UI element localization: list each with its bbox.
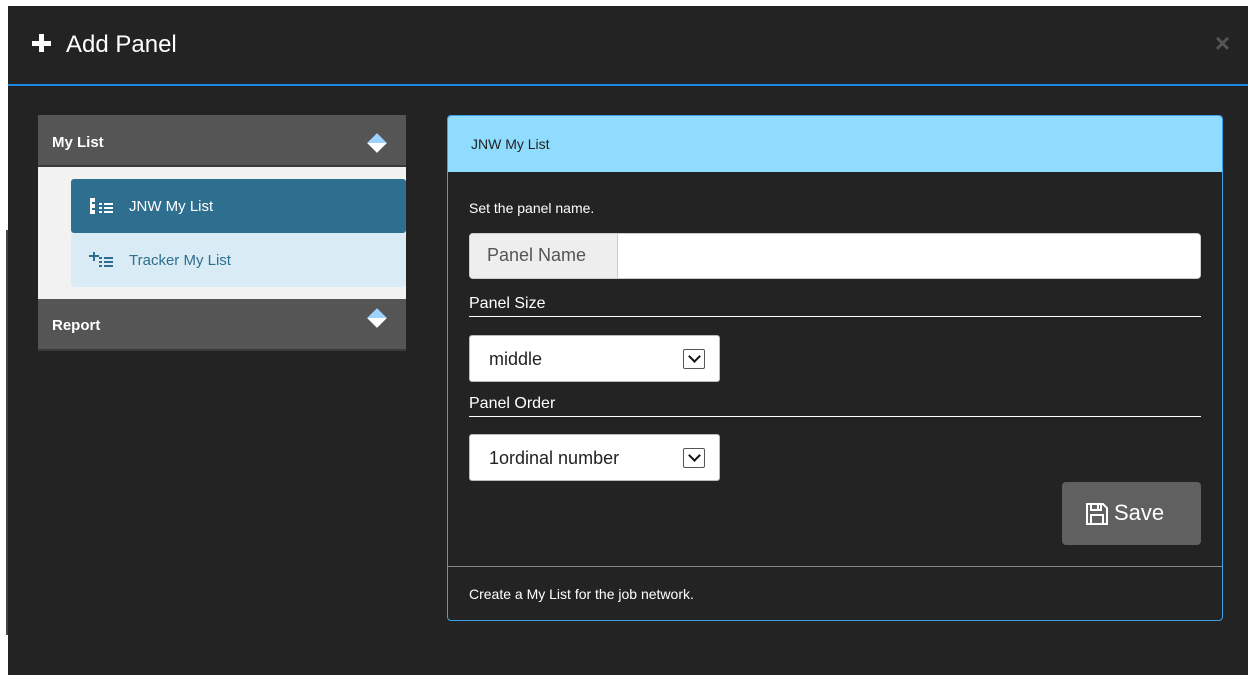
group-label: My List xyxy=(52,134,104,151)
chevron-down-icon[interactable] xyxy=(683,448,705,468)
tree-item-label: Tracker My List xyxy=(129,252,231,269)
panel-order-label: Panel Order xyxy=(469,395,1201,417)
panel-body: Set the panel name. Panel Name Panel Siz… xyxy=(448,172,1222,567)
panel-type-tree: My List JNW My List Tracker My List Repo… xyxy=(38,115,406,351)
panel-size-select[interactable]: middle xyxy=(469,335,720,382)
panel-size-label: Panel Size xyxy=(469,295,1201,317)
panel-header: JNW My List xyxy=(448,116,1222,172)
panel-order-value: 1ordinal number xyxy=(489,448,620,468)
tree-item-jnw-my-list[interactable]: JNW My List xyxy=(71,179,406,233)
add-panel-dialog: Add Panel × My List JNW My List Tracker … xyxy=(8,6,1248,675)
floppy-disk-icon xyxy=(1086,503,1108,525)
panel-settings: JNW My List Set the panel name. Panel Na… xyxy=(447,115,1223,621)
panel-name-input[interactable] xyxy=(619,234,1200,278)
panel-name-group: Panel Name xyxy=(469,233,1201,279)
dialog-titlebar: Add Panel × xyxy=(8,6,1248,86)
tree-item-tracker-my-list[interactable]: Tracker My List xyxy=(71,233,406,287)
tree-item-label: JNW My List xyxy=(129,198,214,215)
background-strip xyxy=(0,0,8,675)
panel-name-addon: Panel Name xyxy=(470,234,618,278)
panel-order-select[interactable]: 1ordinal number xyxy=(469,434,720,481)
instruction-text: Set the panel name. xyxy=(469,200,595,216)
collapse-diamond-icon[interactable] xyxy=(367,133,387,153)
close-button[interactable]: × xyxy=(1215,28,1230,59)
expand-diamond-icon[interactable] xyxy=(367,308,387,328)
group-label: Report xyxy=(52,317,101,334)
panel-size-value: middle xyxy=(489,349,543,369)
dialog-title: Add Panel xyxy=(66,31,177,58)
save-button[interactable]: Save xyxy=(1062,482,1201,545)
plus-icon xyxy=(31,32,53,54)
group-my-list-body: JNW My List Tracker My List xyxy=(38,167,406,299)
panel-footer: Create a My List for the job network. xyxy=(469,586,694,602)
group-report[interactable]: Report xyxy=(38,299,406,351)
save-label: Save xyxy=(1114,500,1165,525)
chevron-down-icon[interactable] xyxy=(683,349,705,369)
jnw-list-icon xyxy=(90,198,113,214)
tracker-list-icon xyxy=(89,252,113,267)
group-my-list[interactable]: My List xyxy=(38,115,406,167)
